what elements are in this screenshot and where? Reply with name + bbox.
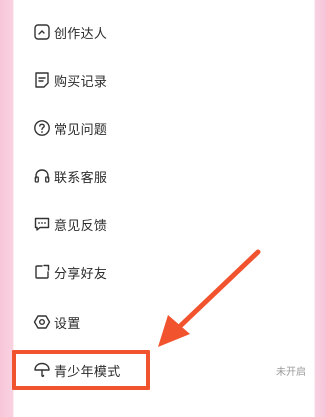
share-icon [32,262,52,282]
headset-icon [32,166,52,186]
menu-item-creator[interactable]: 创作达人 [14,12,314,52]
settings-icon [32,312,52,332]
menu-item-settings[interactable]: 设置 [14,302,314,342]
menu-item-feedback[interactable]: 意见反馈 [14,204,314,244]
purchase-record-icon [32,70,52,90]
menu-item-faq[interactable]: 常见问题 [14,108,314,148]
chat-bubble-icon [32,214,52,234]
question-icon [32,118,52,138]
menu-item-label: 创作达人 [54,26,108,42]
menu-item-label: 联系客服 [54,170,108,186]
menu-item-support[interactable]: 联系客服 [14,156,314,196]
highlight-box [12,350,150,390]
menu-item-label: 设置 [54,316,81,332]
menu-item-label: 购买记录 [54,74,108,90]
menu-item-label: 常见问题 [54,122,108,138]
youth-mode-status: 未开启 [276,366,306,378]
menu-item-share[interactable]: 分享好友 [14,252,314,292]
menu-item-label: 意见反馈 [54,218,108,234]
menu-item-purchase[interactable]: 购买记录 [14,60,314,100]
menu-item-label: 分享好友 [54,266,108,282]
creator-icon [32,22,52,42]
